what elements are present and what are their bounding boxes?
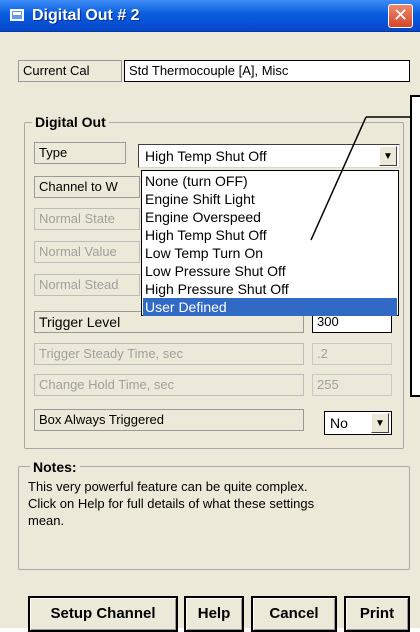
type-label: Type <box>34 142 126 164</box>
dropdown-option-selected[interactable]: User Defined <box>143 298 397 316</box>
current-cal-value: Std Thermocouple [A], Misc <box>124 60 410 82</box>
notes-text: This very powerful feature can be quite … <box>28 478 408 529</box>
close-button[interactable]: ✕ <box>388 4 413 28</box>
notes-legend: Notes: <box>30 458 80 476</box>
normal-state-label: Normal State <box>34 208 140 230</box>
dropdown-option[interactable]: Engine Shift Light <box>143 190 397 208</box>
dropdown-option[interactable]: Low Pressure Shut Off <box>143 262 397 280</box>
channel-label: Channel to W <box>34 176 140 198</box>
type-dropdown-list[interactable]: None (turn OFF) Engine Shift Light Engin… <box>141 170 399 316</box>
callout-box <box>410 95 420 397</box>
box-always-value: No <box>330 415 348 431</box>
notes-line: Click on Help for full details of what t… <box>28 496 315 511</box>
dropdown-option[interactable]: Low Temp Turn On <box>143 244 397 262</box>
change-hold-input[interactable]: 255 <box>312 374 392 396</box>
digital-out-legend: Digital Out <box>32 112 109 132</box>
box-always-combo[interactable]: No ▼ <box>324 411 392 435</box>
type-combo-value: High Temp Shut Off <box>145 148 267 164</box>
change-hold-label: Change Hold Time, sec <box>34 374 304 396</box>
setup-channel-button[interactable]: Setup Channel <box>28 596 178 632</box>
dropdown-option[interactable]: Engine Overspeed <box>143 208 397 226</box>
dropdown-option[interactable]: High Temp Shut Off <box>143 226 397 244</box>
chevron-down-icon[interactable]: ▼ <box>371 413 389 433</box>
notes-line: mean. <box>28 513 65 528</box>
box-always-label: Box Always Triggered <box>34 409 304 431</box>
normal-steady-label: Normal Stead <box>34 274 140 296</box>
notes-line: This very powerful feature can be quite … <box>28 479 308 494</box>
dropdown-option[interactable]: None (turn OFF) <box>143 172 397 190</box>
chevron-down-icon[interactable]: ▼ <box>379 146 397 166</box>
current-cal-label: Current Cal <box>18 60 122 82</box>
normal-value-label: Normal Value <box>34 241 140 263</box>
trigger-steady-input[interactable]: .2 <box>312 343 392 365</box>
help-button[interactable]: Help <box>184 596 244 632</box>
type-combo[interactable]: High Temp Shut Off ▼ <box>138 144 400 168</box>
trigger-steady-label: Trigger Steady Time, sec <box>34 343 304 365</box>
print-button[interactable]: Print <box>344 596 410 632</box>
window-title: Digital Out # 2 <box>32 7 140 24</box>
cancel-button[interactable]: Cancel <box>251 596 337 632</box>
dropdown-option[interactable]: High Pressure Shut Off <box>143 280 397 298</box>
window-icon <box>10 9 24 21</box>
